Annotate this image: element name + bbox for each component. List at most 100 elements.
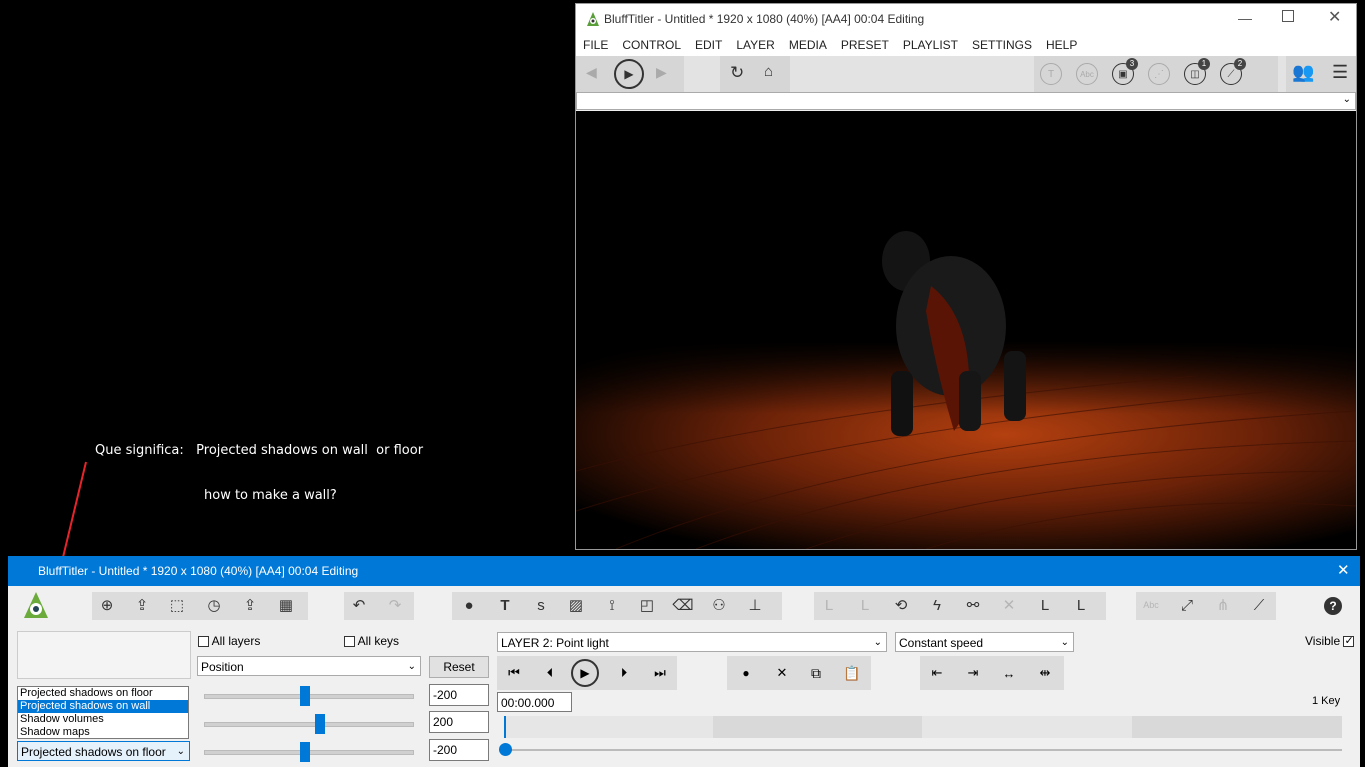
menu-group: 👥 ☰ — [1286, 56, 1356, 92]
slider-y[interactable] — [204, 714, 414, 734]
menu-file[interactable]: FILE — [576, 34, 615, 56]
hamburger-icon[interactable]: ☰ — [1332, 62, 1348, 83]
select-icon[interactable]: ⬚ — [164, 592, 190, 618]
help-icon[interactable]: ? — [1324, 597, 1342, 615]
time-scrubber-thumb[interactable] — [499, 743, 512, 756]
maximize-icon[interactable] — [1282, 10, 1294, 22]
cube-icon[interactable]: ◰ — [634, 592, 660, 618]
text-icon[interactable]: T — [492, 592, 518, 618]
import-icon[interactable]: ⇪ — [237, 592, 263, 618]
close-icon[interactable]: ✕ — [1328, 7, 1341, 27]
abc-icon[interactable]: Abc — [1138, 592, 1164, 618]
home-icon[interactable]: ⌂ — [764, 63, 773, 80]
value-z-field[interactable]: -200 — [429, 739, 489, 761]
reset-button[interactable]: Reset — [429, 656, 489, 678]
key-left-icon[interactable]: L — [816, 592, 842, 618]
path-icon[interactable]: ⋰ — [1148, 63, 1170, 85]
anchor-icon[interactable]: ⊥ — [742, 592, 768, 618]
stretch-icon[interactable]: ↔ — [994, 659, 1024, 687]
shadow-option-maps[interactable]: Shadow maps — [18, 726, 188, 739]
previous-icon[interactable]: ◀ — [586, 64, 597, 81]
network-icon[interactable]: ⋔ — [1210, 592, 1236, 618]
prev-key-icon[interactable]: ⇤ — [922, 659, 952, 687]
shadow-option-wall[interactable]: Projected shadows on wall — [18, 700, 188, 713]
shadow-listbox[interactable]: Projected shadows on floor Projected sha… — [17, 686, 189, 739]
key-flash-icon[interactable]: ϟ — [924, 592, 950, 618]
image-icon[interactable]: ▨ — [563, 592, 589, 618]
menu-control[interactable]: CONTROL — [615, 34, 688, 56]
slider-z-thumb[interactable] — [300, 742, 310, 762]
paste-icon[interactable]: 📋 — [837, 659, 867, 687]
time-field[interactable]: 00:00.000 — [497, 692, 572, 712]
slider-y-thumb[interactable] — [315, 714, 325, 734]
property-dropdown[interactable]: Position ⌄ — [197, 656, 421, 676]
visible-label: Visible — [1305, 634, 1341, 648]
slider-z[interactable] — [204, 742, 414, 762]
refresh-icon[interactable]: ↻ — [730, 63, 744, 83]
play-icon[interactable]: ▶ — [614, 59, 644, 89]
object-icon[interactable]: ● — [456, 592, 482, 618]
key-loop-icon[interactable]: ⟲ — [888, 592, 914, 618]
menu-bar: FILE CONTROL EDIT LAYER MEDIA PRESET PLAYLIST S… — [576, 34, 1356, 56]
render-viewport[interactable] — [576, 111, 1356, 549]
all-keys-checkbox[interactable]: All keys — [344, 634, 399, 648]
editor-close-icon[interactable]: ✕ — [1337, 561, 1350, 579]
copy-icon[interactable]: ⧉ — [801, 659, 831, 687]
menu-preset[interactable]: PRESET — [834, 34, 896, 56]
subtitle-icon[interactable]: s — [528, 592, 554, 618]
next-icon[interactable]: ▶ — [656, 64, 667, 81]
next-key-icon[interactable]: ⇥ — [958, 659, 988, 687]
shrink-icon[interactable]: ⇹ — [1030, 659, 1060, 687]
slider-x-thumb[interactable] — [300, 686, 310, 706]
redo-icon[interactable]: ↷ — [382, 592, 408, 618]
first-frame-icon[interactable]: ⏮ — [499, 659, 529, 687]
slider-x[interactable] — [204, 686, 414, 706]
particles-icon[interactable]: ⚇ — [706, 592, 732, 618]
value-x-field[interactable]: -200 — [429, 684, 489, 706]
key-right-icon[interactable]: L — [852, 592, 878, 618]
key-cross-icon[interactable]: ✕ — [996, 592, 1022, 618]
menu-layer[interactable]: LAYER — [729, 34, 781, 56]
path-icon[interactable]: ⟟ — [599, 592, 625, 618]
eraser-icon[interactable]: ⌫ — [670, 592, 696, 618]
new-icon[interactable]: ⊕ — [94, 592, 120, 618]
film-icon[interactable]: ▦ — [273, 592, 299, 618]
visible-checkbox[interactable]: Visible ✓ — [1305, 634, 1355, 648]
shadow-dropdown[interactable]: Projected shadows on floor ⌄ — [17, 741, 190, 761]
text-layer-icon[interactable]: T — [1040, 63, 1062, 85]
step-forward-icon[interactable]: ⏵ — [609, 659, 639, 687]
delete-key-icon[interactable]: ✕ — [767, 659, 797, 687]
value-y-field[interactable]: 200 — [429, 711, 489, 733]
layer-dropdown[interactable]: LAYER 2: Point light ⌄ — [497, 632, 887, 652]
history-icon[interactable]: ◷ — [201, 592, 227, 618]
menu-help[interactable]: HELP — [1039, 34, 1084, 56]
wand-icon[interactable]: ⟋ — [1246, 592, 1272, 618]
playlist-dropdown[interactable]: ⌄ — [576, 92, 1356, 110]
shadow-option-volumes[interactable]: Shadow volumes — [18, 713, 188, 726]
open-icon[interactable]: ⇪ — [129, 592, 155, 618]
timeline-track[interactable] — [504, 716, 1342, 738]
menu-playlist[interactable]: PLAYLIST — [896, 34, 965, 56]
fit-icon[interactable]: ⤢ — [1174, 592, 1200, 618]
record-icon[interactable]: ● — [731, 659, 761, 687]
shadow-option-floor[interactable]: Projected shadows on floor — [18, 687, 188, 700]
menu-settings[interactable]: SETTINGS — [965, 34, 1039, 56]
all-layers-checkbox[interactable]: All layers — [198, 634, 260, 648]
last-frame-icon[interactable]: ⏭ — [645, 659, 675, 687]
minimize-icon[interactable]: — — [1238, 10, 1252, 26]
undo-icon[interactable]: ↶ — [346, 592, 372, 618]
users-icon[interactable]: 👥 — [1292, 62, 1314, 83]
speed-dropdown[interactable]: Constant speed ⌄ — [895, 632, 1074, 652]
effect-badge: 2 — [1234, 58, 1246, 70]
menu-media[interactable]: MEDIA — [782, 34, 834, 56]
key-link-icon[interactable]: ⚯ — [960, 592, 986, 618]
timeline-cursor[interactable] — [504, 716, 506, 738]
key-delete-icon[interactable]: L — [1032, 592, 1058, 618]
layer-thumbnail — [17, 631, 191, 679]
time-scrubber[interactable] — [499, 743, 1342, 756]
menu-edit[interactable]: EDIT — [688, 34, 729, 56]
key-insert-icon[interactable]: L — [1068, 592, 1094, 618]
play-icon[interactable]: ▶ — [571, 659, 599, 687]
step-back-icon[interactable]: ⏴ — [535, 659, 565, 687]
abc-icon[interactable]: Abc — [1076, 63, 1098, 85]
